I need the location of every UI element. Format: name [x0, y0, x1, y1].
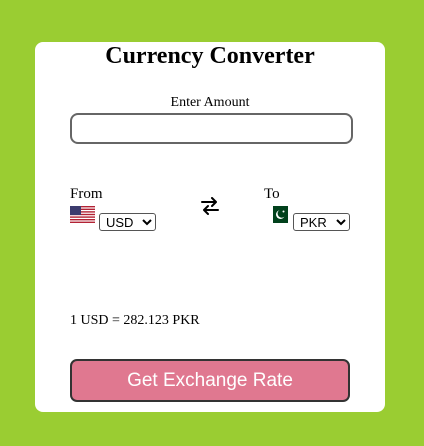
amount-input[interactable] [70, 113, 353, 144]
to-currency-select[interactable]: PKR [293, 213, 350, 231]
pk-flag-icon [269, 206, 288, 223]
from-currency-select[interactable]: USD [99, 213, 156, 231]
us-flag-icon [70, 206, 95, 223]
converter-card: Currency Converter Enter Amount From USD… [35, 42, 385, 412]
exchange-rate-text: 1 USD = 282.123 PKR [70, 313, 200, 328]
swap-arrows-icon[interactable] [201, 197, 219, 215]
amount-label: Enter Amount [170, 95, 250, 110]
page-title: Currency Converter [105, 43, 315, 69]
to-label: To [264, 186, 280, 202]
from-label: From [70, 186, 103, 202]
get-exchange-rate-button[interactable]: Get Exchange Rate [70, 359, 350, 402]
